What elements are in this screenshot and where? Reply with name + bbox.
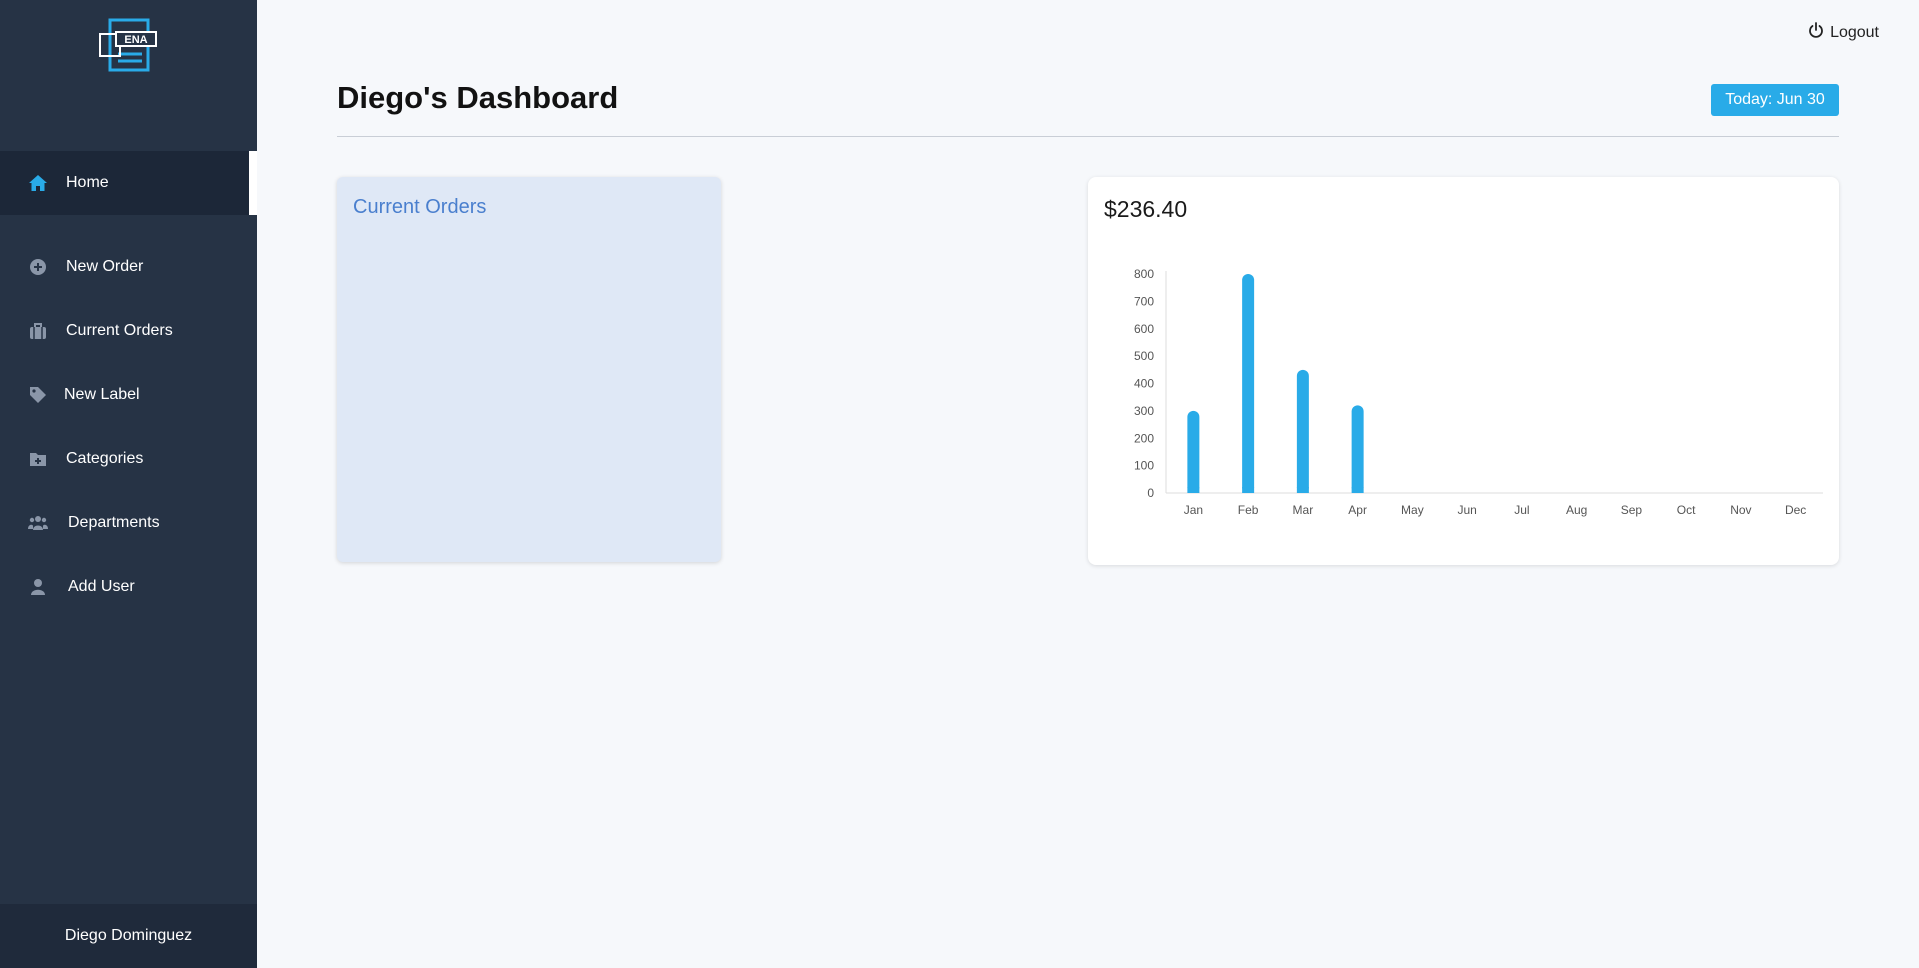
x-tick-label: Jan	[1184, 503, 1203, 517]
sidebar: ENA Home New Order Current Orders New La…	[0, 0, 257, 968]
y-tick-label: 800	[1134, 267, 1154, 281]
tag-icon	[28, 385, 48, 405]
bar-base-feb	[1242, 487, 1255, 493]
bar-base-mar	[1296, 487, 1309, 493]
y-tick-label: 300	[1134, 404, 1154, 418]
bar-jan	[1187, 410, 1200, 493]
x-tick-label: Apr	[1348, 503, 1367, 517]
x-tick-label: May	[1401, 503, 1424, 517]
x-tick-label: Nov	[1730, 503, 1751, 517]
sidebar-item-add-user[interactable]: Add User	[0, 555, 257, 619]
svg-text:ENA: ENA	[124, 34, 147, 46]
logout-label: Logout	[1830, 23, 1879, 41]
bar-base-apr	[1351, 487, 1364, 493]
monthly-bar-chart: 0 100 200 300 400 500 600 700 800 Jan Feb Mar Apr May…	[1134, 267, 1823, 517]
power-icon	[1808, 22, 1824, 43]
plus-circle-icon	[28, 257, 48, 277]
page-title: Diego's Dashboard	[337, 80, 619, 115]
current-orders-title: Current Orders	[353, 196, 487, 218]
sidebar-item-label: New Order	[66, 258, 144, 275]
bar-feb	[1242, 274, 1255, 493]
x-tick-label: Sep	[1621, 503, 1643, 517]
app-logo[interactable]: ENA	[96, 18, 160, 74]
sidebar-item-label: Categories	[66, 450, 144, 467]
x-tick-label: Jul	[1514, 503, 1529, 517]
x-tick-label: Jun	[1457, 503, 1476, 517]
folder-plus-icon	[28, 449, 48, 469]
today-date-badge: Today: Jun 30	[1711, 84, 1839, 116]
logout-button[interactable]: Logout	[1808, 22, 1879, 43]
x-tick-label: Oct	[1677, 503, 1696, 517]
y-tick-label: 100	[1134, 459, 1154, 473]
briefcase-icon	[28, 321, 48, 341]
home-icon	[28, 173, 48, 193]
users-icon	[28, 513, 48, 533]
sidebar-item-categories[interactable]: Categories	[0, 427, 257, 491]
y-tick-label: 400	[1134, 377, 1154, 391]
sidebar-item-label: Current Orders	[66, 322, 173, 339]
sidebar-item-label: New Label	[64, 386, 140, 403]
y-tick-label: 700	[1134, 294, 1154, 308]
user-icon	[28, 577, 48, 597]
x-tick-label: Mar	[1293, 503, 1314, 517]
x-tick-label: Feb	[1238, 503, 1259, 517]
sidebar-item-new-order[interactable]: New Order	[0, 235, 257, 299]
sidebar-item-label: Departments	[68, 514, 160, 531]
y-tick-label: 500	[1134, 349, 1154, 363]
x-tick-label: Aug	[1566, 503, 1587, 517]
sidebar-item-departments[interactable]: Departments	[0, 491, 257, 555]
current-orders-card: Current Orders	[337, 177, 721, 562]
bar-mar	[1296, 369, 1309, 493]
y-tick-label: 200	[1134, 431, 1154, 445]
revenue-chart-card: $236.40 0 100 200 300 400 500 600 700 800 Jan Feb M…	[1088, 177, 1839, 565]
sidebar-item-home[interactable]: Home	[0, 151, 257, 215]
y-tick-label: 600	[1134, 322, 1154, 336]
x-tick-label: Dec	[1785, 503, 1806, 517]
y-tick-label: 0	[1147, 486, 1154, 500]
current-user-name[interactable]: Diego Dominguez	[0, 904, 257, 968]
bar-base-jan	[1187, 487, 1200, 493]
header-divider	[337, 136, 1839, 137]
bar-apr	[1351, 405, 1364, 493]
sidebar-item-new-label[interactable]: New Label	[0, 363, 257, 427]
sidebar-item-label: Add User	[68, 578, 135, 595]
sidebar-item-current-orders[interactable]: Current Orders	[0, 299, 257, 363]
sidebar-item-label: Home	[66, 174, 109, 191]
